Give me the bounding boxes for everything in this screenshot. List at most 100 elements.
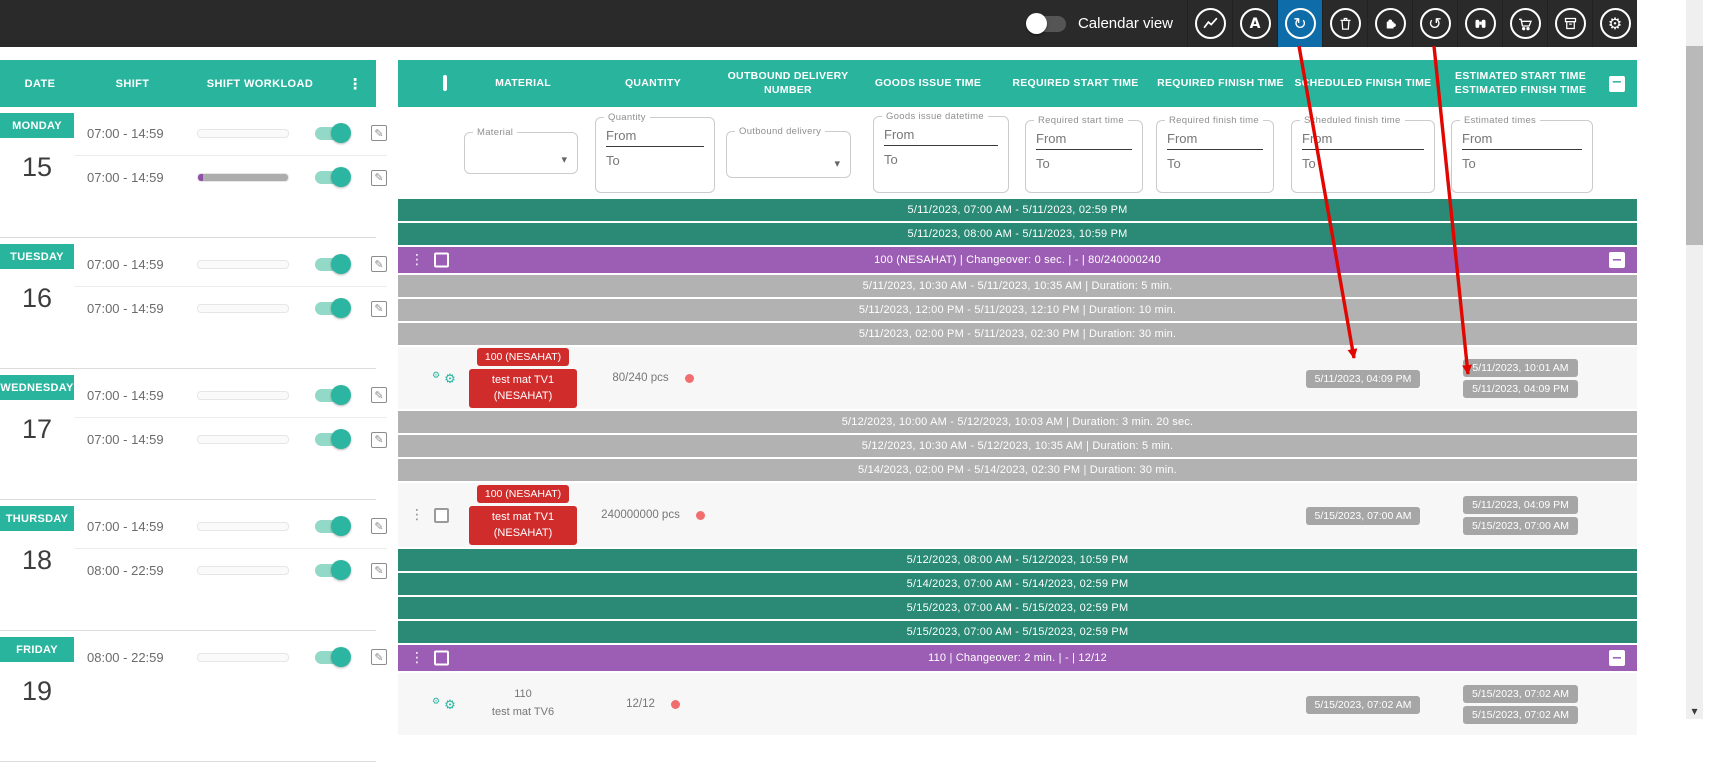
col-date-label: DATE [0,78,80,90]
pencil-icon: ✎ [374,302,383,315]
col-outbound: OUTBOUND DELIVERY NUMBER [718,70,858,97]
undo-button[interactable]: ↺ [1412,0,1457,47]
group-collapse-button[interactable]: − [1609,252,1625,268]
dropdown-arrow-icon: ▾ [834,157,840,170]
busy-band-row: 5/11/2023, 02:00 PM - 5/11/2023, 02:30 P… [398,323,1637,345]
estimated-start-value: 5/15/2023, 07:02 AM [1463,685,1578,703]
edit-shift-button[interactable]: ✎ [371,432,387,448]
workload-bar [197,129,289,138]
group-title: 100 (NESAHAT) | Changeover: 0 sec. | - |… [874,254,1161,266]
outbound-delivery-filter[interactable]: Outbound delivery ▾ [726,131,851,178]
edit-shift-button[interactable]: ✎ [371,387,387,403]
calendar-view-toggle[interactable] [1028,16,1066,32]
topbar: Calendar view A ↻ ↺ [0,0,1637,47]
settings-button[interactable]: ⚙ [1592,0,1637,47]
scroll-down-button[interactable]: ▾ [1686,702,1703,719]
scrollbar-thumb[interactable] [1686,46,1703,245]
table-header: MATERIAL QUANTITY OUTBOUND DELIVERY NUMB… [398,60,1637,107]
order-row: ⚙⚙ 100 (NESAHAT) test mat TV1 (NESAHAT) … [398,347,1637,409]
delete-button[interactable] [1322,0,1367,47]
status-dot [696,511,705,520]
shift-toggle[interactable] [315,258,349,271]
shift-time: 07:00 - 14:59 [87,388,197,403]
shift-band-row: 5/15/2023, 07:00 AM - 5/15/2023, 02:59 P… [398,621,1637,643]
quantity-to-input[interactable]: To [606,147,704,174]
edit-shift-button[interactable]: ✎ [371,256,387,272]
req-start-to-input[interactable]: To [1036,150,1132,177]
material-group-badge: 100 (NESAHAT) [477,485,569,503]
shift-row: 07:00 - 14:59 ✎ [74,504,387,548]
shift-toggle[interactable] [315,127,349,140]
sched-to-input[interactable]: To [1302,150,1424,177]
orders-table: MATERIAL QUANTITY OUTBOUND DELIVERY NUMB… [398,60,1637,737]
group-checkbox[interactable] [434,253,449,268]
auto-schedule-button[interactable]: A [1232,0,1277,47]
day-name-badge: TUESDAY [0,244,74,269]
est-to-input[interactable]: To [1462,150,1582,177]
archive-box-icon [1555,8,1586,39]
col-estimated: ESTIMATED START TIME ESTIMATED FINISH TI… [1438,70,1603,97]
shift-row: 07:00 - 14:59 ✎ [74,286,387,330]
scheduled-finish-value: 5/15/2023, 07:00 AM [1306,507,1421,525]
shift-toggle[interactable] [315,389,349,402]
shift-time: 08:00 - 22:59 [87,650,197,665]
plugin-button[interactable] [1367,0,1412,47]
goods-to-input[interactable]: To [884,146,998,173]
shift-toggle[interactable] [315,520,349,533]
shift-band-row: 5/14/2023, 07:00 AM - 5/14/2023, 02:59 P… [398,573,1637,595]
save-cart-button[interactable] [1502,0,1547,47]
edit-shift-button[interactable]: ✎ [371,518,387,534]
edit-shift-button[interactable]: ✎ [371,649,387,665]
material-filter[interactable]: Material ▾ [464,132,578,174]
shift-band-row: 5/11/2023, 08:00 AM - 5/11/2023, 10:59 P… [398,223,1637,245]
material-badge: test mat TV1 (NESAHAT) [469,369,577,408]
material-text: 110 test mat TV6 [458,686,588,721]
archive-button[interactable] [1547,0,1592,47]
edit-shift-button[interactable]: ✎ [371,125,387,141]
row-menu-icon[interactable]: ⋮ [410,507,424,523]
req-finish-to-input[interactable]: To [1167,150,1263,177]
shift-toggle[interactable] [315,651,349,664]
binoculars-icon [1465,8,1496,39]
refresh-button[interactable]: ↻ [1277,0,1322,47]
estimated-finish-value: 5/11/2023, 04:09 PM [1463,380,1578,398]
shift-toggle[interactable] [315,302,349,315]
edit-shift-button[interactable]: ✎ [371,563,387,579]
shift-time: 07:00 - 14:59 [87,126,197,141]
shift-time: 07:00 - 14:59 [87,432,197,447]
order-checkbox[interactable] [434,508,449,523]
edit-shift-button[interactable]: ✎ [371,301,387,317]
shift-band-row: 5/15/2023, 07:00 AM - 5/15/2023, 02:59 P… [398,597,1637,619]
shift-toggle[interactable] [315,564,349,577]
edit-shift-button[interactable]: ✎ [371,170,387,186]
status-dot [671,700,680,709]
find-button[interactable] [1457,0,1502,47]
shift-toggle[interactable] [315,171,349,184]
minus-icon: − [1611,75,1622,92]
shift-sidebar: DATE SHIFT SHIFT WORKLOAD ⋮ MONDAY 15 07… [0,60,376,762]
vertical-scrollbar[interactable]: ▾ [1686,0,1703,719]
col-required-finish: REQUIRED FINISH TIME [1153,77,1288,91]
workload-bar [197,566,289,575]
col-quantity: QUANTITY [588,77,718,91]
filter-row: Material ▾ Quantity From To Outbound del… [398,107,1637,198]
group-checkbox[interactable] [434,651,449,666]
col-material: MATERIAL [458,77,588,91]
sidebar-menu-icon[interactable]: ⋮ [335,75,376,93]
collapse-all-button[interactable]: − [1609,76,1625,92]
group-collapse-button[interactable]: − [1609,650,1625,666]
shift-toggle[interactable] [315,433,349,446]
row-menu-icon[interactable]: ⋮ [410,650,424,666]
performance-chart-button[interactable] [1187,0,1232,47]
material-group-badge: 100 (NESAHAT) [477,348,569,366]
line-chart-icon [1195,8,1226,39]
scheduled-finish-value: 5/11/2023, 04:09 PM [1306,370,1421,388]
select-all-checkbox[interactable] [443,75,447,91]
shift-row: 08:00 - 22:59 ✎ [74,635,387,679]
workload-bar [197,260,289,269]
col-goods-issue: GOODS ISSUE TIME [858,77,998,91]
row-menu-icon[interactable]: ⋮ [410,252,424,268]
quantity-value: 12/12 [626,698,655,710]
shift-row: 08:00 - 22:59 ✎ [74,548,387,592]
pencil-icon: ✎ [374,520,383,533]
